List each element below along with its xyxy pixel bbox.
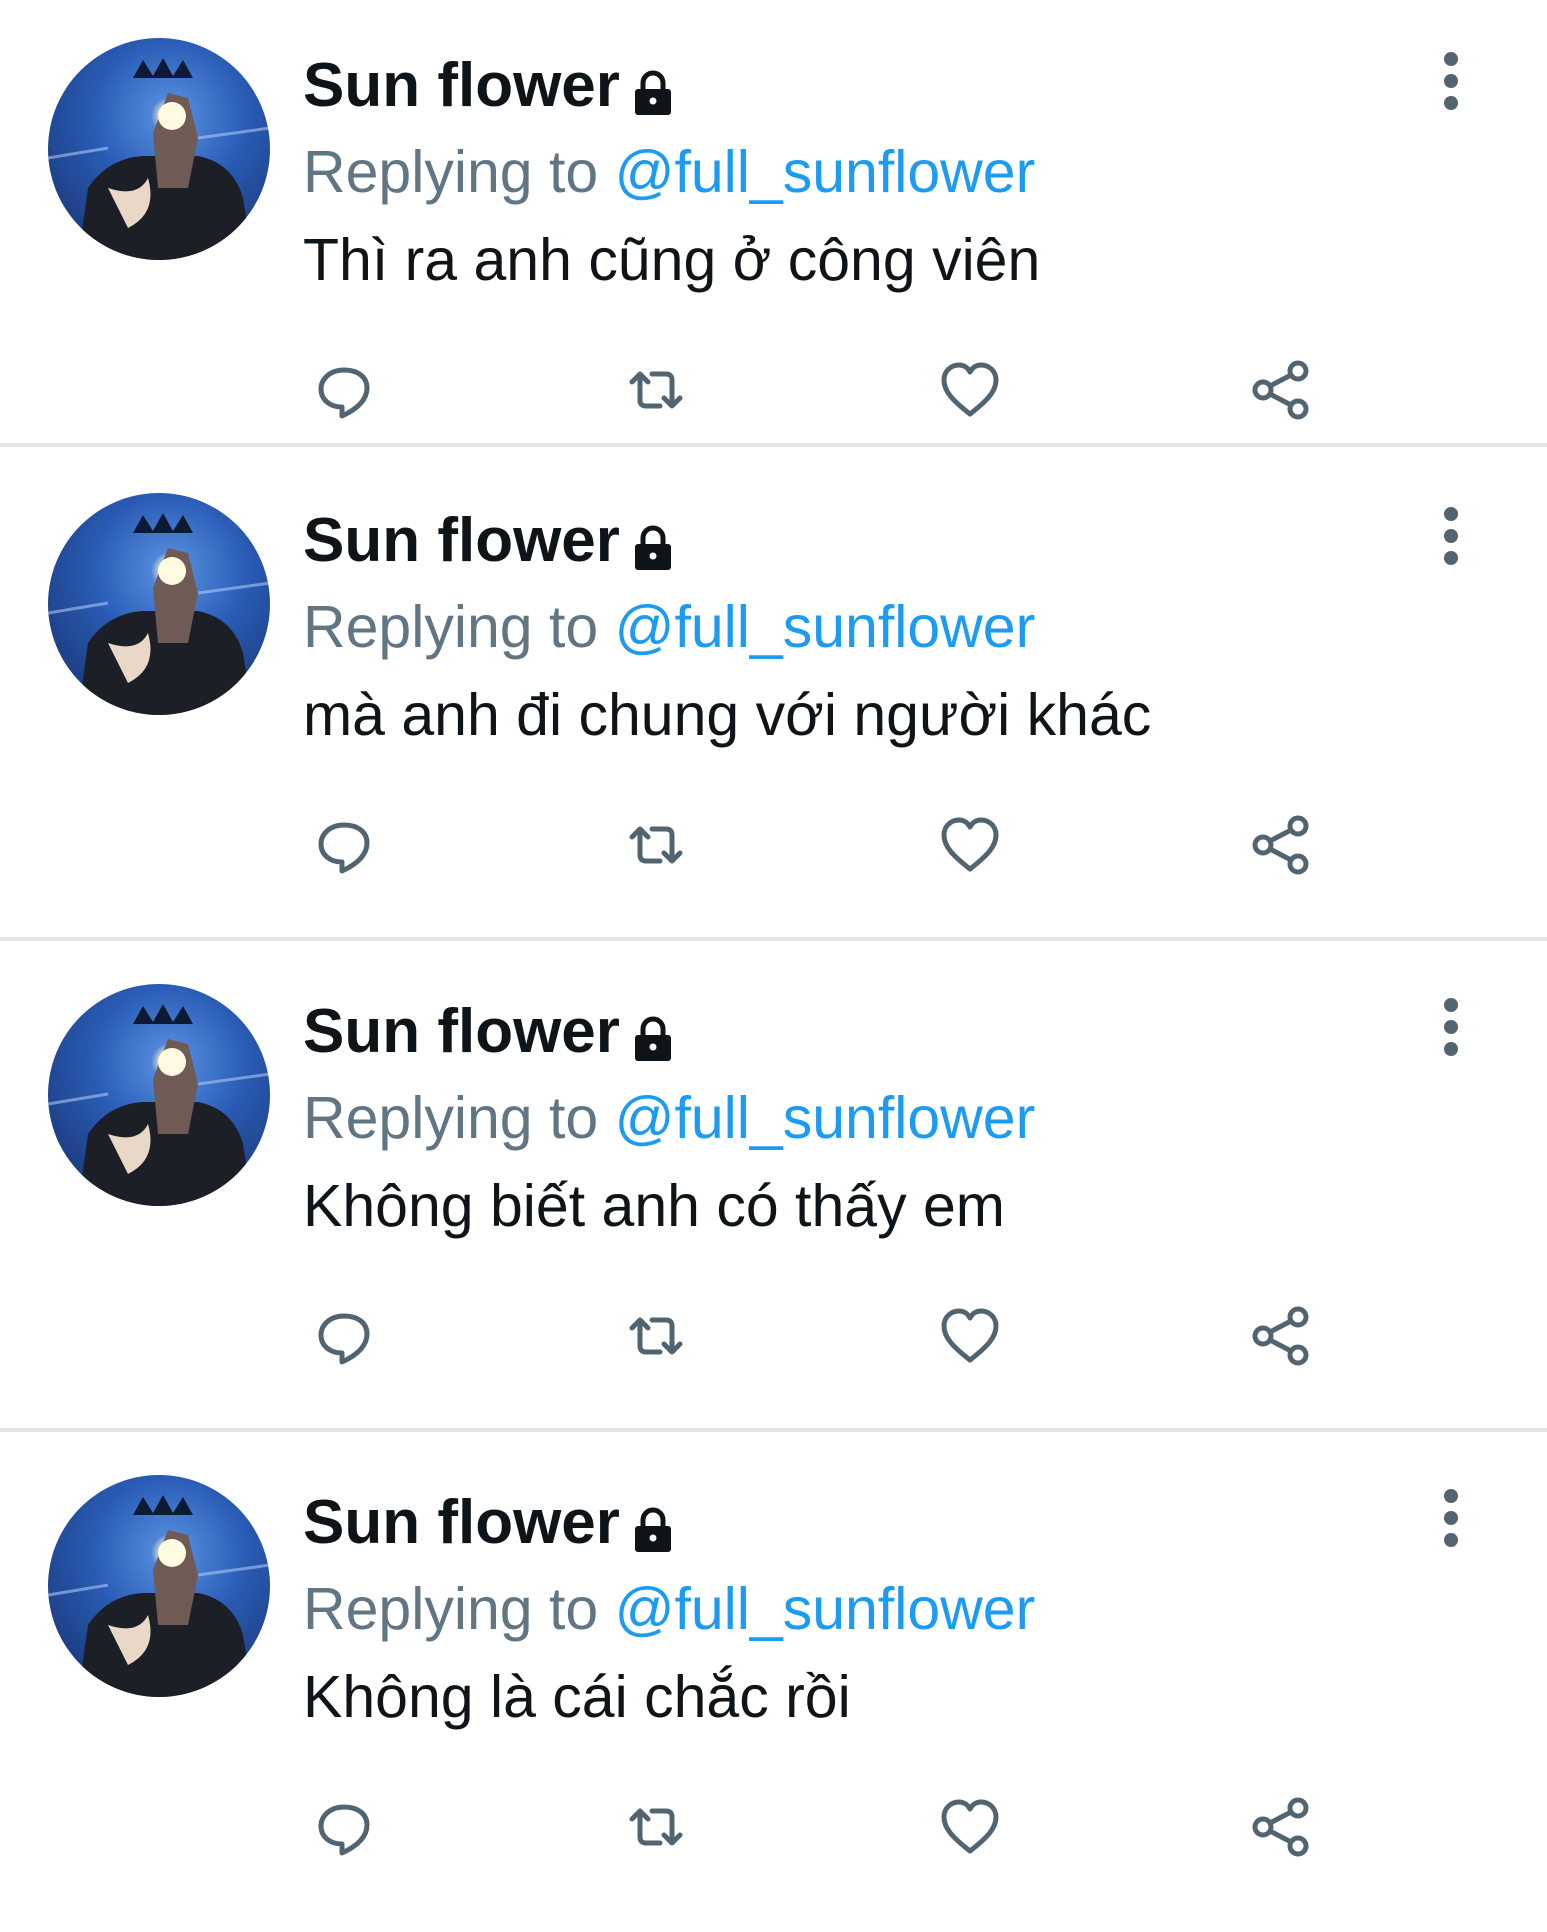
replying-to: Replying to @full_sunflower: [303, 1084, 1035, 1152]
tweet[interactable]: Sun flower Replying to @full_sunflower m…: [0, 455, 1547, 950]
tweet-text: mà anh đi chung với người khác: [303, 682, 1152, 748]
tweet[interactable]: Sun flower Replying to @full_sunflower K…: [0, 946, 1547, 1441]
share-icon[interactable]: [1250, 1795, 1314, 1859]
replying-to-label: Replying to: [303, 1085, 615, 1151]
replying-to-label: Replying to: [303, 594, 615, 660]
tweet-text: Không là cái chắc rồi: [303, 1664, 851, 1730]
avatar[interactable]: [48, 984, 270, 1206]
author-row: Sun flower: [303, 48, 674, 122]
more-options-icon[interactable]: [1431, 1489, 1471, 1553]
replying-to: Replying to @full_sunflower: [303, 138, 1035, 206]
divider: [0, 937, 1547, 941]
author-name[interactable]: Sun flower: [303, 1487, 620, 1558]
tweet-actions: [0, 1304, 1547, 1374]
share-icon[interactable]: [1250, 1304, 1314, 1368]
replying-to: Replying to @full_sunflower: [303, 593, 1035, 661]
divider: [0, 1428, 1547, 1432]
tweet-actions: [0, 358, 1547, 428]
retweet-icon[interactable]: [624, 1795, 688, 1859]
author-name[interactable]: Sun flower: [303, 996, 620, 1067]
author-name[interactable]: Sun flower: [303, 505, 620, 576]
author-row: Sun flower: [303, 1485, 674, 1559]
tweet-text: Không biết anh có thấy em: [303, 1173, 1005, 1239]
reply-handle-link[interactable]: @full_sunflower: [615, 594, 1036, 660]
author-name[interactable]: Sun flower: [303, 50, 620, 121]
heart-icon[interactable]: [938, 1795, 1002, 1859]
reply-handle-link[interactable]: @full_sunflower: [615, 1085, 1036, 1151]
heart-icon[interactable]: [938, 1304, 1002, 1368]
author-row: Sun flower: [303, 994, 674, 1068]
lock-icon: [632, 523, 674, 571]
reply-icon[interactable]: [312, 1795, 376, 1859]
lock-icon: [632, 1505, 674, 1553]
more-options-icon[interactable]: [1431, 507, 1471, 571]
avatar[interactable]: [48, 493, 270, 715]
reply-handle-link[interactable]: @full_sunflower: [615, 1576, 1036, 1642]
retweet-icon[interactable]: [624, 813, 688, 877]
tweet[interactable]: Sun flower Replying to @full_sunflower K…: [0, 1437, 1547, 1932]
tweet-actions: [0, 1795, 1547, 1865]
lock-icon: [632, 1014, 674, 1062]
heart-icon[interactable]: [938, 813, 1002, 877]
reply-handle-link[interactable]: @full_sunflower: [615, 139, 1036, 205]
tweet-text: Thì ra anh cũng ở công viên: [303, 227, 1041, 293]
retweet-icon[interactable]: [624, 1304, 688, 1368]
avatar[interactable]: [48, 1475, 270, 1697]
author-row: Sun flower: [303, 503, 674, 577]
more-options-icon[interactable]: [1431, 998, 1471, 1062]
share-icon[interactable]: [1250, 813, 1314, 877]
retweet-icon[interactable]: [624, 358, 688, 422]
replying-to: Replying to @full_sunflower: [303, 1575, 1035, 1643]
divider: [0, 443, 1547, 447]
reply-icon[interactable]: [312, 358, 376, 422]
reply-icon[interactable]: [312, 813, 376, 877]
replying-to-label: Replying to: [303, 139, 615, 205]
tweet-feed: Sun flower Replying to @full_sunflower T…: [0, 0, 1547, 1920]
share-icon[interactable]: [1250, 358, 1314, 422]
reply-icon[interactable]: [312, 1304, 376, 1368]
tweet-actions: [0, 813, 1547, 883]
tweet[interactable]: Sun flower Replying to @full_sunflower T…: [0, 0, 1547, 495]
lock-icon: [632, 68, 674, 116]
heart-icon[interactable]: [938, 358, 1002, 422]
replying-to-label: Replying to: [303, 1576, 615, 1642]
more-options-icon[interactable]: [1431, 52, 1471, 116]
avatar[interactable]: [48, 38, 270, 260]
